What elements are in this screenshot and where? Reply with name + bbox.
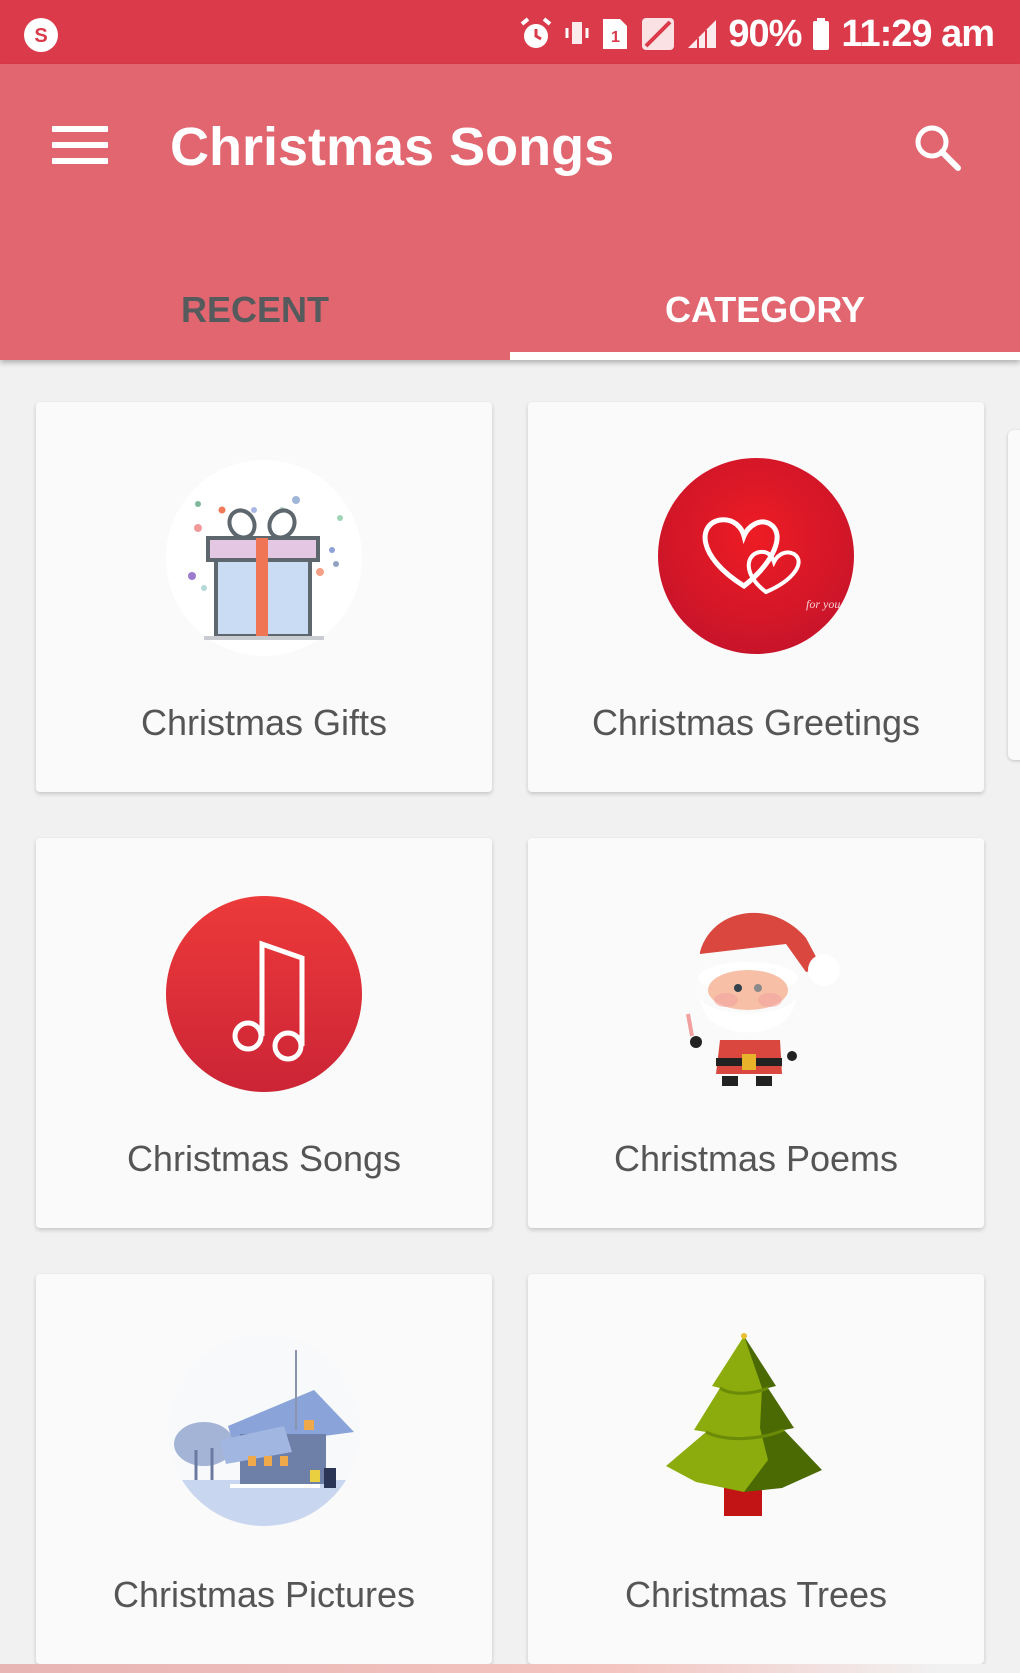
music-note-icon (164, 894, 364, 1094)
page-title: Christmas Songs (170, 117, 615, 177)
status-bar: S 1 90% 11:29 am (0, 0, 1020, 64)
svg-text:for you: for you (806, 597, 840, 611)
app-notification-icon: S (22, 16, 62, 54)
category-label: Christmas Greetings (591, 702, 921, 743)
category-card-songs[interactable]: Christmas Songs (36, 838, 492, 1228)
category-label: Christmas Songs (126, 1138, 402, 1179)
category-card-poems[interactable]: Christmas Poems (528, 838, 984, 1228)
category-card-pictures[interactable]: Christmas Pictures (36, 1274, 492, 1664)
hearts-icon: for you (656, 458, 856, 658)
search-icon[interactable] (908, 118, 968, 178)
offscreen-card-edge (1008, 430, 1020, 760)
clock: 11:29 am (841, 12, 995, 55)
category-card-trees[interactable]: Christmas Trees (528, 1274, 984, 1664)
snow-house-icon (164, 1330, 364, 1530)
category-card-gifts[interactable]: Christmas Gifts (36, 402, 492, 792)
bottom-edge (0, 1664, 1020, 1673)
santa-icon (656, 894, 856, 1094)
battery-percent: 90% (728, 12, 802, 55)
alarm-icon (521, 17, 552, 48)
active-tab-indicator (510, 352, 1020, 360)
category-label: Christmas Gifts (140, 702, 388, 743)
sim-icon: 1 (603, 19, 628, 49)
tree-icon (656, 1330, 856, 1530)
category-label: Christmas Pictures (112, 1574, 416, 1615)
category-label: Christmas Trees (624, 1574, 888, 1615)
app-bar: Christmas Songs RECENT CATEGORY (0, 64, 1020, 360)
tab-recent[interactable]: RECENT (0, 260, 510, 360)
svg-text:1: 1 (611, 29, 620, 46)
svg-text:S: S (34, 25, 47, 47)
vibrate-icon (565, 22, 589, 44)
signal-icon (688, 20, 717, 48)
status-icons: 1 90% 11:29 am (518, 12, 995, 56)
battery-icon (813, 18, 830, 50)
category-card-greetings[interactable]: for you Christmas Greetings (528, 402, 984, 792)
tab-category-label: CATEGORY (664, 289, 865, 330)
no-signal-icon (642, 18, 675, 50)
tab-recent-label: RECENT (180, 289, 329, 330)
category-label: Christmas Poems (613, 1138, 899, 1179)
hamburger-menu-icon[interactable] (52, 126, 108, 170)
tab-bar: RECENT CATEGORY (0, 260, 1020, 360)
gift-icon (164, 458, 364, 658)
tab-category[interactable]: CATEGORY (510, 260, 1020, 360)
